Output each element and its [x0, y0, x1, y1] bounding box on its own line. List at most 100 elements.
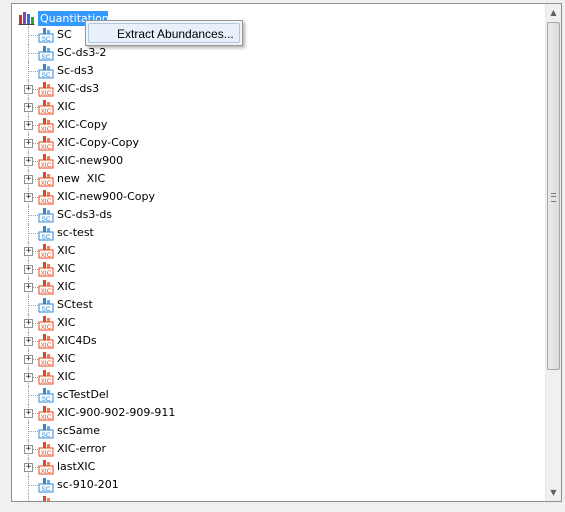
expand-plus-icon[interactable]: + — [24, 265, 33, 274]
spectral-count-icon: SC — [38, 388, 54, 403]
svg-text:XIC: XIC — [41, 324, 52, 331]
svg-text:SC: SC — [41, 306, 50, 313]
quantitation-tree[interactable]: Quantitation SC SC SC SC-ds3-2 SC Sc-ds3 + XIC X… — [11, 3, 562, 502]
xic-icon: XIC — [38, 244, 54, 259]
svg-text:SC: SC — [41, 54, 50, 61]
tree-item-label: XIC — [57, 244, 76, 257]
tree-item[interactable]: + XIC XIC-900-902-909-911 — [12, 404, 546, 422]
tree-item[interactable]: + XIC XIC — [12, 242, 546, 260]
tree-item[interactable]: + XIC XIC — [12, 260, 546, 278]
tree-item[interactable]: SC sc-test — [12, 224, 546, 242]
expand-plus-icon[interactable]: + — [24, 139, 33, 148]
xic-icon: XIC — [38, 172, 54, 187]
tree-branch-line — [29, 485, 38, 486]
svg-text:SC: SC — [41, 396, 50, 403]
expand-plus-icon[interactable]: + — [24, 157, 33, 166]
tree-item-label: XIC-Copy-Copy — [57, 136, 140, 149]
tree-item[interactable]: + XIC lastXIC — [12, 458, 546, 476]
expand-plus-icon[interactable]: + — [24, 193, 33, 202]
tree-item[interactable]: XIC — [12, 494, 546, 501]
tree-item-label: sc-test — [57, 226, 94, 239]
xic-icon: XIC — [38, 460, 54, 475]
xic-icon: XIC — [38, 442, 54, 457]
tree-item[interactable]: + XIC XIC-Copy — [12, 116, 546, 134]
expand-plus-icon[interactable]: + — [24, 121, 33, 130]
expand-plus-icon[interactable]: + — [24, 409, 33, 418]
tree-item[interactable]: SC SC-ds3-2 — [12, 44, 546, 62]
expand-plus-icon[interactable]: + — [24, 445, 33, 454]
tree-branch-line — [29, 305, 38, 306]
xic-icon: XIC — [38, 316, 54, 331]
xic-icon: XIC — [38, 352, 54, 367]
spectral-count-icon: SC — [38, 208, 54, 223]
expand-plus-icon[interactable]: + — [24, 283, 33, 292]
svg-text:XIC: XIC — [41, 414, 52, 421]
svg-text:XIC: XIC — [41, 108, 52, 115]
vertical-scrollbar[interactable]: ▲ ▼ — [545, 4, 561, 501]
tree-item[interactable]: + XIC new XIC — [12, 170, 546, 188]
svg-text:SC: SC — [41, 72, 50, 79]
tree-item[interactable]: + XIC XIC-error — [12, 440, 546, 458]
svg-text:XIC: XIC — [41, 342, 52, 349]
tree-item[interactable]: + XIC XIC — [12, 278, 546, 296]
tree-item-label: XIC-Copy — [57, 118, 108, 131]
tree-item-label: XIC-ds3 — [57, 82, 100, 95]
tree-item-label: sc-910-201 — [57, 478, 119, 491]
tree-item[interactable]: + XIC XIC4Ds — [12, 332, 546, 350]
tree-guide-line — [28, 494, 29, 501]
expand-plus-icon[interactable]: + — [24, 355, 33, 364]
svg-text:XIC: XIC — [41, 360, 52, 367]
expand-plus-icon[interactable]: + — [24, 319, 33, 328]
scroll-down-arrow-icon[interactable]: ▼ — [546, 484, 561, 501]
scrollbar-thumb[interactable] — [547, 22, 560, 370]
tree-item[interactable]: SC Sc-ds3 — [12, 62, 546, 80]
extract-abundances-menu-item[interactable]: Extract Abundances... — [88, 23, 240, 43]
expand-plus-icon[interactable]: + — [24, 373, 33, 382]
tree-item[interactable]: SC SC-ds3-ds — [12, 206, 546, 224]
tree-item[interactable]: SC scSame — [12, 422, 546, 440]
bar-chart-icon — [18, 12, 35, 25]
svg-text:SC: SC — [41, 234, 50, 241]
tree-item[interactable]: + XIC XIC — [12, 350, 546, 368]
expand-plus-icon[interactable]: + — [24, 247, 33, 256]
expand-plus-icon[interactable]: + — [24, 103, 33, 112]
svg-text:XIC: XIC — [41, 252, 52, 259]
tree-item[interactable]: SC sc-910-201 — [12, 476, 546, 494]
xic-icon: XIC — [38, 82, 54, 97]
tree-item-label: XIC — [57, 262, 76, 275]
tree-item[interactable]: + XIC XIC-Copy-Copy — [12, 134, 546, 152]
tree-item-label: SC — [57, 28, 72, 41]
svg-text:XIC: XIC — [41, 288, 52, 295]
tree-item[interactable]: + XIC XIC-new900-Copy — [12, 188, 546, 206]
tree-item[interactable]: SC SCtest — [12, 296, 546, 314]
tree-item-label: XIC-900-902-909-911 — [57, 406, 176, 419]
tree-item[interactable]: + XIC XIC — [12, 98, 546, 116]
tree-item[interactable]: + XIC XIC — [12, 314, 546, 332]
expand-plus-icon[interactable]: + — [24, 337, 33, 346]
expand-plus-icon[interactable]: + — [24, 175, 33, 184]
scrollbar-grip-icon — [551, 193, 556, 202]
tree-branch-line — [29, 35, 38, 36]
svg-text:SC: SC — [41, 432, 50, 439]
svg-text:XIC: XIC — [41, 126, 52, 133]
svg-text:XIC: XIC — [41, 180, 52, 187]
expand-plus-icon[interactable]: + — [24, 85, 33, 94]
tree-item-label: XIC — [57, 280, 76, 293]
tree-item[interactable]: SC scTestDel — [12, 386, 546, 404]
spectral-count-icon: SC — [38, 226, 54, 241]
tree-item-label: Sc-ds3 — [57, 64, 94, 77]
scroll-up-arrow-icon[interactable]: ▲ — [546, 4, 561, 21]
context-menu: Extract Abundances... — [85, 20, 243, 46]
tree-item-label: scTestDel — [57, 388, 109, 401]
svg-text:SC: SC — [41, 36, 50, 43]
tree-item[interactable]: + XIC XIC-new900 — [12, 152, 546, 170]
svg-text:XIC: XIC — [41, 270, 52, 277]
tree-item-label: XIC-error — [57, 442, 107, 455]
spectral-count-icon: SC — [38, 424, 54, 439]
tree-item-label: XIC — [57, 316, 76, 329]
svg-text:XIC: XIC — [41, 450, 52, 457]
tree-branch-line — [29, 233, 38, 234]
tree-item[interactable]: + XIC XIC — [12, 368, 546, 386]
expand-plus-icon[interactable]: + — [24, 463, 33, 472]
tree-item[interactable]: + XIC XIC-ds3 — [12, 80, 546, 98]
